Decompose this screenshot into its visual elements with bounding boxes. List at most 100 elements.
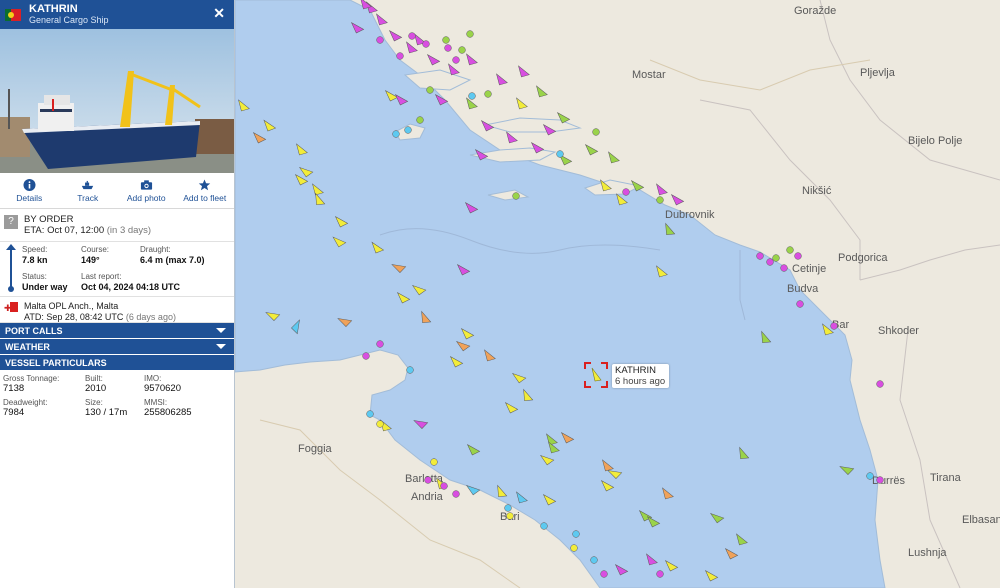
vessel-dot-marker[interactable] [780,264,788,272]
vessel-dot-marker[interactable] [794,252,802,260]
selected-vessel-age: 6 hours ago [615,376,666,387]
vessel-dot-marker[interactable] [442,36,450,44]
vessel-dot-marker[interactable] [656,196,664,204]
vessel-dot-marker[interactable] [572,530,580,538]
destination-block: ? BY ORDER ETA: Oct 07, 12:00 (in 3 days… [0,209,234,242]
course-label: Course: [81,245,110,254]
course-value: 149° [81,255,100,265]
speed-value: 7.8 kn [22,255,48,265]
city-label: Elbasan [962,514,1000,526]
vessel-dot-marker[interactable] [756,252,764,260]
vessel-dot-marker[interactable] [466,30,474,38]
city-label: Podgorica [838,252,888,264]
eta-relative: (in 3 days) [106,225,152,236]
vessel-dot-marker[interactable] [362,352,370,360]
atd-relative: (6 days ago) [125,311,176,322]
track-button[interactable]: Track [59,173,118,208]
vessel-dot-marker[interactable] [376,340,384,348]
vessel-dot-marker[interactable] [366,410,374,418]
vessel-dot-marker[interactable] [590,556,598,564]
vessel-dot-marker[interactable] [424,476,432,484]
vessel-particulars-section[interactable]: VESSEL PARTICULARS [0,355,234,371]
details-label: Details [16,192,43,203]
vessel-dot-marker[interactable] [600,570,608,578]
vessel-dot-marker[interactable] [376,36,384,44]
vessel-dot-marker[interactable] [458,46,466,54]
vessel-dot-marker[interactable] [426,86,434,94]
vessel-dot-marker[interactable] [444,44,452,52]
vessel-dot-marker[interactable] [506,512,514,520]
draught-value: 6.4 m (max 7.0) [140,255,205,265]
city-label: Lushnja [908,547,947,559]
vessel-dot-marker[interactable] [766,258,774,266]
size-value: 130 / 17m [85,407,128,418]
voyage-progress-icon [0,242,22,296]
eta-label: ETA: [24,225,45,236]
vessel-dot-marker[interactable] [830,322,838,330]
vessel-dot-marker[interactable] [570,544,578,552]
info-icon [23,178,36,191]
vessel-dot-marker[interactable] [406,366,414,374]
vessel-dot-marker[interactable] [484,90,492,98]
port-calls-section[interactable]: PORT CALLS [0,323,234,339]
city-label: Goražde [794,5,836,17]
vessel-dot-marker[interactable] [408,32,416,40]
vessel-dot-marker[interactable] [430,458,438,466]
city-label: Budva [787,283,819,295]
vessel-dot-marker[interactable] [866,472,874,480]
imo-label: IMO: [144,374,162,383]
add-photo-button[interactable]: Add photo [117,173,176,208]
vessel-dot-marker[interactable] [556,150,564,158]
city-label: Andria [411,491,444,503]
draught-label: Draught: [140,245,171,254]
status-label: Status: [22,271,47,281]
vessel-dot-marker[interactable] [376,420,384,428]
add-to-fleet-button[interactable]: Add to fleet [176,173,235,208]
panel-header: KATHRIN General Cargo Ship ✕ [0,0,234,29]
vessel-particulars-title: VESSEL PARTICULARS [5,357,107,368]
gross-tonnage-label: Gross Tonnage: [3,374,60,383]
vessel-dot-marker[interactable] [404,126,412,134]
vessel-dot-marker[interactable] [512,192,520,200]
vessel-dot-marker[interactable] [452,56,460,64]
vessel-photo[interactable] [0,29,234,173]
vessel-dot-marker[interactable] [592,128,600,136]
city-label: Cetinje [792,263,826,275]
weather-section[interactable]: WEATHER [0,339,234,355]
vessel-dot-marker[interactable] [622,188,630,196]
close-icon[interactable]: ✕ [213,5,225,22]
port-calls-title: PORT CALLS [5,325,63,336]
city-label: Shkoder [878,325,919,337]
details-button[interactable]: Details [0,173,59,208]
destination-name: BY ORDER [24,214,74,225]
weather-title: WEATHER [5,341,50,352]
size-label: Size: [85,398,103,407]
vessel-dot-marker[interactable] [504,504,512,512]
vessel-dot-marker[interactable] [452,490,460,498]
add-to-fleet-label: Add to fleet [183,192,227,203]
vessel-dot-marker[interactable] [416,116,424,124]
portugal-flag-icon [5,8,21,21]
selected-vessel-marker[interactable] [584,362,608,388]
mmsi-label: MMSI: [144,398,168,407]
vessel-dot-marker[interactable] [422,40,430,48]
add-photo-label: Add photo [126,192,166,203]
imo-value: 9570620 [144,383,181,394]
vessel-dot-marker[interactable] [876,476,884,484]
vessel-dot-marker[interactable] [772,254,780,262]
vessel-dot-marker[interactable] [656,570,664,578]
vessel-dot-marker[interactable] [396,52,404,60]
vessel-dot-marker[interactable] [796,300,804,308]
eta-value: Oct 07, 12:00 [47,225,105,236]
atd-label: ATD: [24,311,44,322]
vessel-dot-marker[interactable] [540,522,548,530]
vessel-dot-marker[interactable] [786,246,794,254]
vessel-dot-marker[interactable] [392,130,400,138]
vessel-dot-marker[interactable] [876,380,884,388]
vessel-dot-marker[interactable] [468,92,476,100]
vessel-dot-marker[interactable] [440,482,448,490]
vessel-name: KATHRIN [29,3,78,15]
selected-vessel-label: KATHRIN 6 hours ago [612,364,670,388]
city-label: Bijelo Polje [908,135,962,147]
camera-icon [140,179,152,190]
